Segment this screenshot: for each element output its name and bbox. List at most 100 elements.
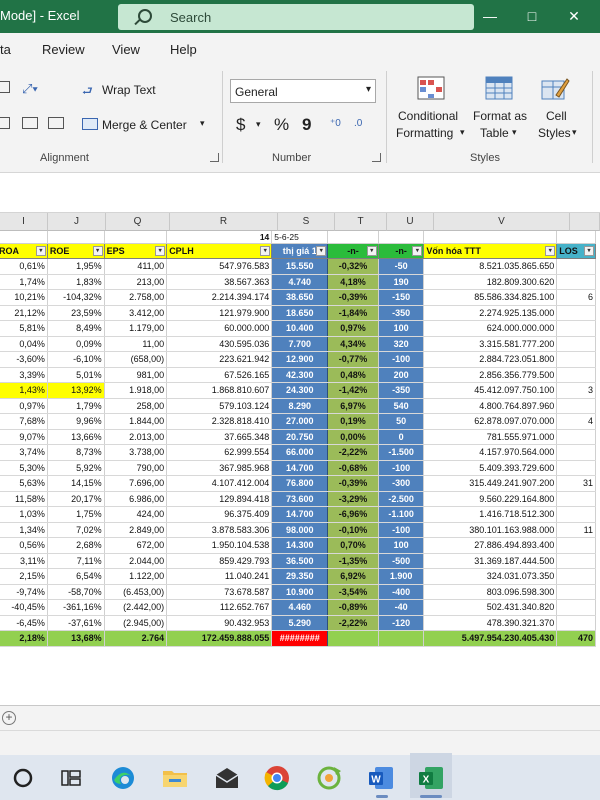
total-cell[interactable]: 2,18% [0,630,48,647]
cell[interactable] [556,615,596,631]
cell[interactable]: 4.107.412.004 [166,475,273,492]
cell[interactable]: 3,74% [0,444,48,461]
cell[interactable]: 190 [378,274,425,290]
cell[interactable] [556,320,596,337]
cell[interactable]: 579.103.124 [166,398,273,414]
cell[interactable]: 5,63% [0,475,48,492]
tab-review[interactable]: Review [42,42,85,57]
cell[interactable]: 315.449.241.907.200 [423,475,558,492]
increase-decimal-icon[interactable]: ⁺0 [330,118,341,129]
cell[interactable]: 31.369.187.444.500 [423,553,558,569]
cell[interactable]: -1,35% [327,553,379,569]
cell[interactable]: 4.157.970.564.000 [423,444,558,461]
cell[interactable]: 1,79% [47,398,105,414]
cell[interactable]: -1,42% [327,382,379,399]
cell[interactable] [556,367,596,383]
cell[interactable]: 5,30% [0,460,48,476]
cell-styles-label-1[interactable]: Cell [546,109,567,123]
cell[interactable]: -0,39% [327,289,379,306]
cell[interactable]: 859.429.793 [166,553,273,569]
cell[interactable]: 0,97% [327,320,379,337]
cell[interactable]: 45.412.097.750.100 [423,382,558,399]
filter-dropdown-icon[interactable]: ▾ [155,245,166,256]
cell[interactable]: -361,16% [47,599,105,616]
currency-button[interactable]: $ [236,115,245,135]
cell[interactable]: -1.100 [378,506,425,523]
cell[interactable]: 50 [378,413,425,430]
cell[interactable]: 4 [556,413,596,430]
cell[interactable] [556,351,596,368]
cell[interactable]: 1,03% [0,506,48,523]
cell[interactable]: 2.044,00 [104,553,168,569]
chevron-down-icon[interactable]: ▾ [460,127,465,138]
cell[interactable]: 1.844,00 [104,413,168,430]
cell[interactable]: 1.900 [378,568,425,585]
cell[interactable]: 42.300 [271,367,329,383]
cell[interactable]: 13,66% [47,429,105,445]
task-view-icon[interactable] [56,763,86,793]
cell[interactable]: -400 [378,584,425,600]
cell[interactable]: 182.809.300.620 [423,274,558,290]
cell[interactable]: 4,18% [327,274,379,290]
chevron-down-icon[interactable]: ▾ [512,127,517,138]
cell[interactable]: 100 [378,320,425,337]
cell[interactable]: 7.696,00 [104,475,168,492]
cell[interactable]: (2.442,00) [104,599,168,616]
cell[interactable]: 5,92% [47,460,105,476]
column-header-i[interactable]: I [0,213,48,231]
cell[interactable]: 502.431.340.820 [423,599,558,616]
cell[interactable]: 1,34% [0,522,48,538]
cell[interactable]: 320 [378,336,425,352]
cell[interactable]: 0,04% [0,336,48,352]
filter-dropdown-icon[interactable]: ▾ [316,245,327,256]
cell[interactable] [556,444,596,461]
cell[interactable] [556,274,596,290]
cell[interactable] [556,537,596,554]
cell[interactable] [327,231,379,244]
cell[interactable]: 7.700 [271,336,329,352]
align-icon[interactable] [0,81,10,93]
decrease-decimal-icon[interactable]: .0 [354,118,362,129]
cell[interactable]: 6,92% [327,568,379,585]
cell[interactable]: 62.999.554 [166,444,273,461]
cell[interactable] [556,336,596,352]
cell[interactable]: 100 [378,537,425,554]
cell[interactable] [556,460,596,476]
cell[interactable]: 10,21% [0,289,48,306]
total-cell[interactable]: 13,68% [47,630,105,647]
cell[interactable]: 24.300 [271,382,329,399]
cell[interactable]: 10.900 [271,584,329,600]
cell[interactable]: 96.375.409 [166,506,273,523]
alignment-launcher-icon[interactable] [210,153,219,162]
cell[interactable]: 98.000 [271,522,329,538]
cell[interactable]: 781.555.971.000 [423,429,558,445]
cell[interactable]: 3 [556,382,596,399]
cell[interactable]: 37.665.348 [166,429,273,445]
cell[interactable]: -300 [378,475,425,492]
cell[interactable]: -150 [378,289,425,306]
cell[interactable]: 200 [378,367,425,383]
cell[interactable]: 0,48% [327,367,379,383]
cell[interactable]: 3.738,00 [104,444,168,461]
cell[interactable]: 547.976.583 [166,258,273,275]
number-launcher-icon[interactable] [372,153,381,162]
cell[interactable]: 8,49% [47,320,105,337]
cell[interactable]: 14,15% [47,475,105,492]
currency-dropdown-icon[interactable]: ▾ [256,119,261,130]
cell[interactable]: 0,70% [327,537,379,554]
cell[interactable]: 430.595.036 [166,336,273,352]
total-cell[interactable]: ######## [271,630,329,647]
cell[interactable]: 2,15% [0,568,48,585]
cell[interactable]: 27.886.494.893.400 [423,537,558,554]
cell[interactable] [47,231,105,244]
cell[interactable]: 1,83% [47,274,105,290]
cell[interactable] [556,429,596,445]
mail-icon[interactable] [212,763,242,793]
cell[interactable]: -3,60% [0,351,48,368]
cell[interactable]: 0,97% [0,398,48,414]
cell[interactable]: 23,59% [47,305,105,321]
cell[interactable]: 20,17% [47,491,105,507]
cell[interactable]: 6,54% [47,568,105,585]
cell[interactable]: 38.567.363 [166,274,273,290]
cell[interactable]: -104,32% [47,289,105,306]
